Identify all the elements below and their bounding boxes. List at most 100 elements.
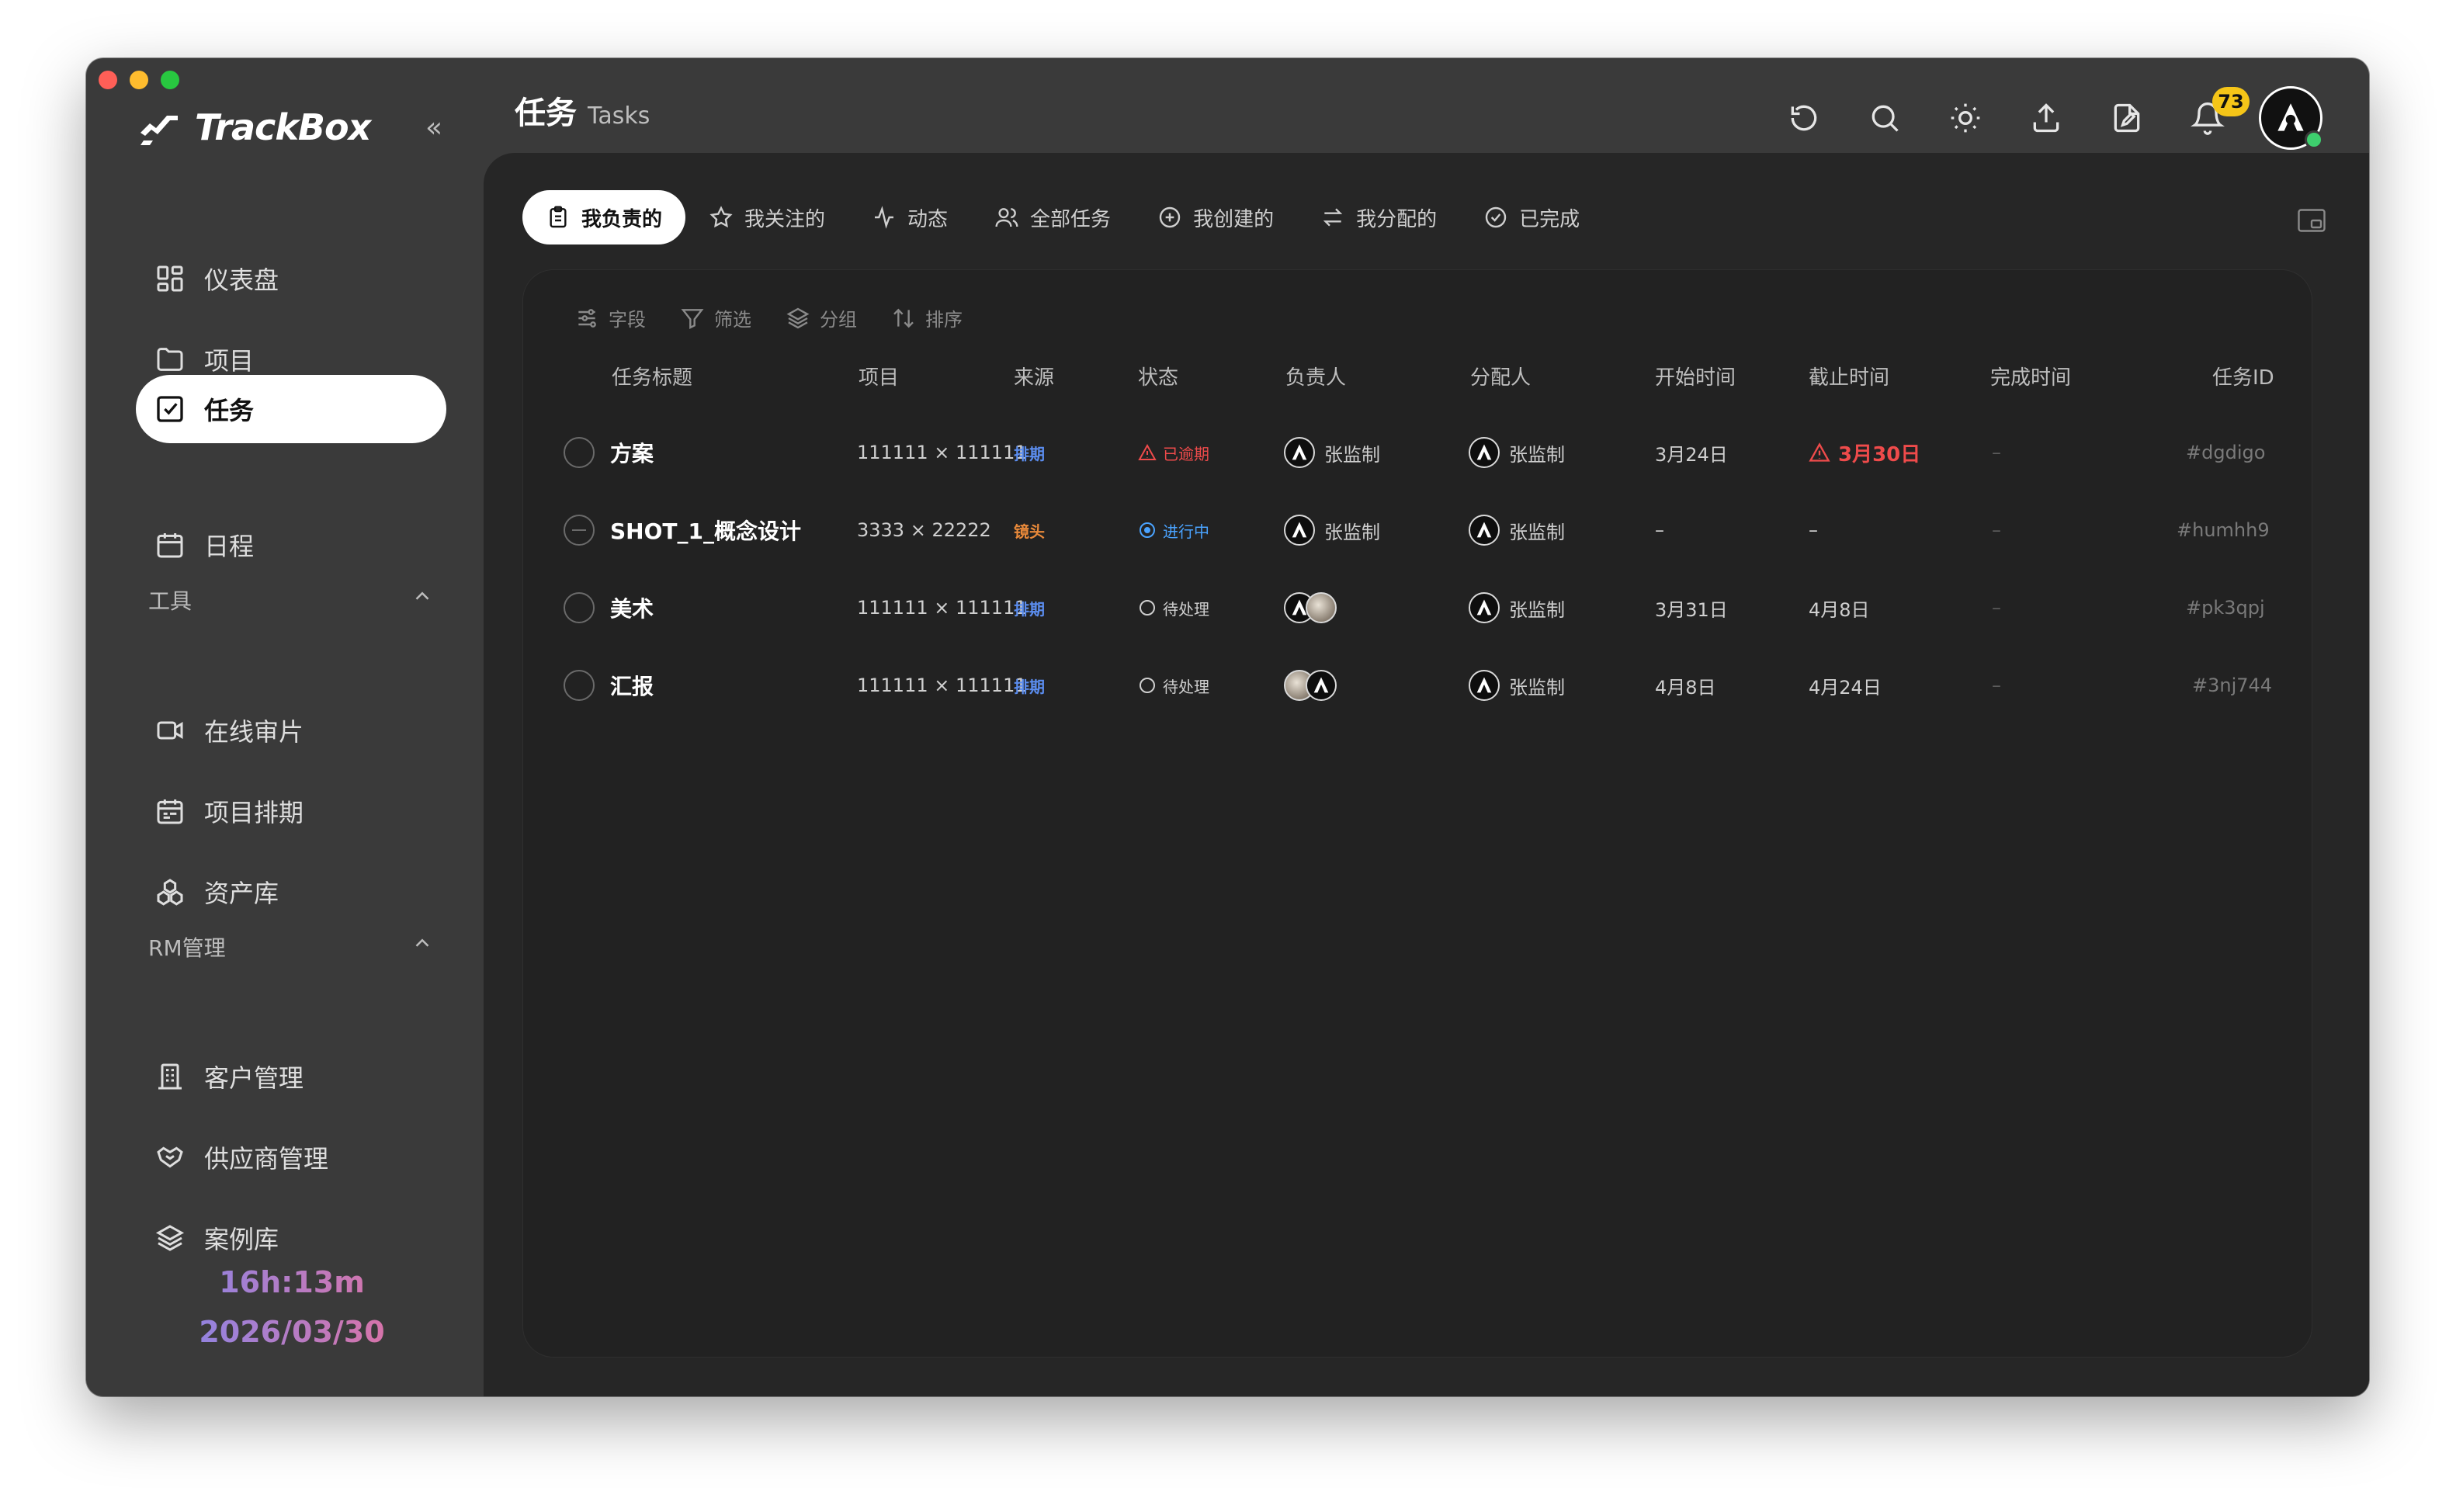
table-row[interactable]: 方案 111111 × 111111 排期 已逾期 张监制 张监制 3月24日: [523, 418, 2312, 487]
user-avatar[interactable]: [2259, 86, 2323, 150]
status-label: 待处理: [1163, 599, 1209, 619]
task-owner[interactable]: [1284, 650, 1337, 720]
file-edit-button[interactable]: [2087, 93, 2167, 143]
notifications-button[interactable]: 73: [2167, 87, 2250, 143]
assigner-name: 张监制: [1509, 676, 1565, 699]
column-header-title[interactable]: 任务标题: [612, 362, 692, 390]
sidebar-item-project-schedule[interactable]: 项目排期: [136, 777, 446, 845]
calendar-icon: [153, 528, 187, 562]
avatar: [1306, 670, 1337, 701]
upload-button[interactable]: [2006, 93, 2087, 143]
sort-button[interactable]: 排序: [891, 304, 963, 331]
task-title[interactable]: 汇报: [610, 650, 654, 720]
close-window-button[interactable]: [99, 71, 117, 89]
app-name: TrackBox: [195, 106, 371, 148]
task-start-date: 3月31日: [1655, 598, 1728, 621]
refresh-button[interactable]: [1764, 93, 1844, 143]
sidebar-item-assets[interactable]: 资产库: [136, 858, 446, 926]
table-row[interactable]: 美术 111111 × 111111 排期 待处理 张监制 3月31日 4月8日…: [523, 573, 2312, 643]
filter-button[interactable]: 筛选: [680, 304, 751, 331]
group-button[interactable]: 分组: [786, 304, 857, 331]
row-checkbox[interactable]: [564, 592, 595, 623]
tab-activity[interactable]: 动态: [848, 190, 971, 244]
task-project: 111111 × 111111: [857, 675, 1027, 696]
task-due-date: 3月30日: [1809, 418, 1920, 487]
sidebar-item-dashboard[interactable]: 仪表盘: [136, 244, 446, 313]
task-status[interactable]: 待处理: [1138, 573, 1209, 643]
column-header-id[interactable]: 任务ID: [2212, 362, 2274, 390]
tab-assigned[interactable]: 我分配的: [1297, 190, 1460, 244]
column-header-done[interactable]: 完成时间: [1990, 362, 2071, 390]
theme-toggle-button[interactable]: [1925, 93, 2006, 143]
folder-icon: [153, 342, 187, 376]
layers-icon: [153, 1221, 187, 1255]
sidebar-item-schedule[interactable]: 日程: [136, 511, 446, 579]
assigner-name: 张监制: [1509, 598, 1565, 621]
task-owner[interactable]: 张监制: [1284, 495, 1380, 565]
owner-name: 张监制: [1324, 521, 1380, 543]
task-done-date: –: [1992, 597, 2001, 619]
task-project: 111111 × 111111: [857, 442, 1027, 463]
row-checkbox[interactable]: [564, 670, 595, 701]
tab-mine[interactable]: 我负责的: [522, 190, 686, 244]
column-header-project[interactable]: 项目: [859, 362, 899, 390]
search-button[interactable]: [1844, 93, 1925, 143]
upload-icon: [2033, 103, 2059, 133]
sidebar-item-clients[interactable]: 客户管理: [136, 1042, 446, 1111]
avatar: [1469, 437, 1500, 468]
chevron-up-icon[interactable]: [411, 931, 434, 955]
warning-icon: [1809, 442, 1830, 462]
column-header-assigner[interactable]: 分配人: [1470, 362, 1531, 390]
due-date-value: 3月30日: [1838, 442, 1921, 466]
page-title-en: Tasks: [588, 102, 650, 130]
sidebar-item-tasks[interactable]: 任务: [136, 375, 446, 443]
chevron-up-icon[interactable]: [411, 584, 434, 608]
task-title[interactable]: 方案: [610, 418, 654, 487]
sidebar-item-cases[interactable]: 案例库: [136, 1204, 446, 1272]
collapse-sidebar-button[interactable]: «: [420, 114, 448, 142]
column-header-source[interactable]: 来源: [1014, 362, 1054, 390]
tab-following[interactable]: 我关注的: [685, 190, 848, 244]
task-owner[interactable]: 张监制: [1284, 418, 1380, 487]
app-window: TrackBox « 仪表盘 项目 任务 日程 工具 在线审片 项目排期 资产库…: [86, 58, 2369, 1396]
task-id: #humhh9: [2177, 519, 2270, 541]
tab-completed[interactable]: 已完成: [1460, 190, 1603, 244]
task-assigner: 张监制: [1469, 418, 1565, 487]
table-row[interactable]: SHOT_1_概念设计 3333 × 22222 镜头 进行中 张监制 张监制 …: [523, 495, 2312, 565]
minimize-window-button[interactable]: [130, 71, 148, 89]
column-header-owner[interactable]: 负责人: [1285, 362, 1346, 390]
view-toggle-icon[interactable]: [2298, 209, 2326, 232]
task-check-icon: [153, 392, 187, 426]
filter-icon: [681, 308, 704, 329]
row-checkbox[interactable]: [564, 437, 595, 468]
sort-icon: [893, 308, 914, 328]
zoom-window-button[interactable]: [161, 71, 179, 89]
task-status[interactable]: 已逾期: [1138, 418, 1209, 487]
tab-created[interactable]: 我创建的: [1134, 190, 1297, 244]
table-row[interactable]: 汇报 111111 × 111111 排期 待处理 张监制 4月8日 4月24日…: [523, 650, 2312, 720]
tab-all-tasks[interactable]: 全部任务: [971, 190, 1134, 244]
avatar-stack: [1284, 592, 1337, 623]
assets-icon: [153, 875, 187, 909]
filter-label: 筛选: [714, 309, 751, 331]
task-title[interactable]: SHOT_1_概念设计: [610, 495, 801, 565]
avatar-icon: [1476, 599, 1492, 616]
column-header-start[interactable]: 开始时间: [1655, 362, 1736, 390]
header-actions: 73: [1764, 86, 2323, 150]
tab-label: 我负责的: [581, 207, 663, 231]
column-header-due[interactable]: 截止时间: [1809, 362, 1889, 390]
sidebar-item-suppliers[interactable]: 供应商管理: [136, 1123, 446, 1191]
fields-button[interactable]: 字段: [574, 304, 646, 331]
tab-label: 已完成: [1519, 207, 1580, 231]
task-title[interactable]: 美术: [610, 573, 654, 643]
column-header-status[interactable]: 状态: [1138, 362, 1178, 390]
app-logo[interactable]: TrackBox: [136, 106, 371, 148]
task-status[interactable]: 待处理: [1138, 650, 1209, 720]
tab-label: 全部任务: [1030, 207, 1112, 231]
sidebar-item-review[interactable]: 在线审片: [136, 696, 446, 765]
row-checkbox[interactable]: [564, 515, 595, 546]
task-status[interactable]: 进行中: [1138, 495, 1209, 565]
task-owner[interactable]: [1284, 573, 1337, 643]
avatar-icon: [1476, 444, 1492, 460]
video-icon: [153, 713, 187, 747]
